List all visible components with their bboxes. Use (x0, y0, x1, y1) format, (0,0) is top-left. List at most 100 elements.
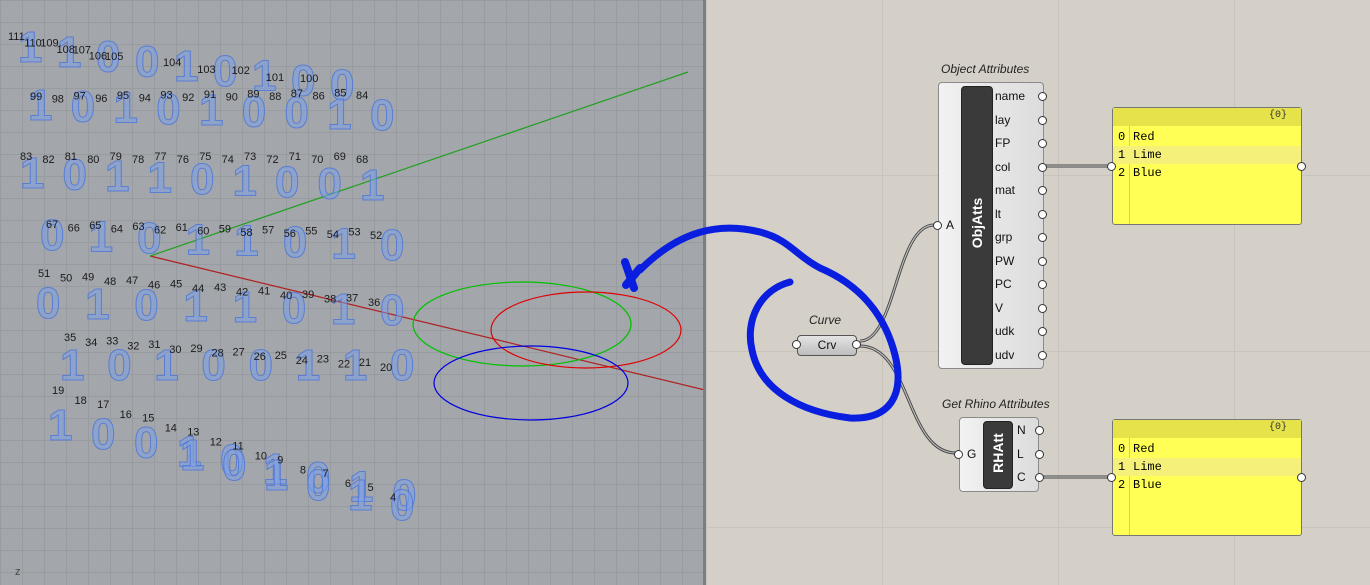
tag-number-label: 4 (390, 492, 396, 504)
output-grip-name[interactable] (1038, 92, 1047, 101)
panel-bottom[interactable]: {0} 0 Red 1 Lime 2 Blue (1112, 419, 1302, 536)
objatts-input-a[interactable]: A (946, 218, 954, 232)
panel-bottom-input-grip[interactable] (1107, 473, 1116, 482)
tag-number-label: 23 (317, 354, 329, 366)
output-grip-v[interactable] (1038, 303, 1047, 313)
output-col[interactable]: col (995, 160, 1010, 174)
tag-number-label: 75 (199, 151, 211, 163)
output-grip-col[interactable] (1038, 162, 1047, 172)
panel-bottom-header: {0} (1113, 420, 1301, 438)
tag-number-label: 51 (38, 268, 50, 280)
output-grip-lay[interactable] (1038, 115, 1047, 125)
objatts-core[interactable]: ObjAtts (961, 86, 993, 365)
panel-row-value: Lime (1133, 460, 1162, 474)
curve-param-input-grip[interactable] (792, 340, 801, 349)
tag-number-label: 82 (42, 154, 54, 166)
tag-number-label: 22 (338, 358, 350, 370)
rhino-viewport[interactable]: 1100101001010100101011010010101101001011… (0, 0, 705, 585)
binary-digit-surface: 0 (283, 218, 307, 267)
output-grip-fp[interactable] (1038, 139, 1047, 148)
output-grip-pw[interactable] (1038, 256, 1047, 266)
output-grip-pc[interactable] (1038, 280, 1047, 289)
tag-number-label: 6 (345, 478, 351, 490)
panel-top[interactable]: {0} 0 Red 1 Lime 2 Blue (1112, 107, 1302, 225)
objatts-input-grip[interactable] (933, 221, 942, 230)
output-pc[interactable]: PC (995, 277, 1012, 291)
output-grip-mat[interactable] (1038, 186, 1047, 195)
objatts-title: Object Attributes (941, 62, 1030, 76)
tag-number-label: 98 (52, 94, 64, 106)
tag-number-label: 30 (169, 344, 181, 356)
tag-number-label: 64 (111, 224, 123, 236)
binary-digit-surface: 0 (318, 160, 342, 209)
output-c[interactable]: C (1017, 470, 1026, 484)
panel-bottom-path: {0} (1268, 422, 1287, 433)
tag-number-label: 76 (177, 154, 189, 166)
output-mat[interactable]: mat (995, 183, 1015, 197)
binary-digit-surface: 1 (28, 81, 52, 130)
output-udk[interactable]: udk (995, 324, 1014, 338)
tag-number-label: 24 (296, 355, 308, 367)
output-grip-udk[interactable] (1038, 327, 1047, 336)
output-grip-c[interactable] (1035, 473, 1044, 482)
output-v[interactable]: V (995, 301, 1003, 315)
panel-top-input-grip[interactable] (1107, 162, 1116, 171)
tag-number-label: 53 (348, 227, 360, 239)
tag-number-label: 26 (254, 351, 266, 363)
rhatt-component[interactable]: RHAtt G NLC (959, 417, 1039, 492)
tag-number-label: 16 (120, 409, 132, 421)
output-l[interactable]: L (1017, 447, 1024, 461)
output-grp[interactable]: grp (995, 230, 1012, 244)
tag-number-label: 38 (324, 294, 336, 306)
binary-digit-surface: 1 (234, 217, 258, 266)
rhatt-input-grip[interactable] (954, 450, 963, 459)
objatts-component[interactable]: ObjAtts A name lay FP col mat lt grp PW PC Vudk ud… (938, 82, 1044, 369)
tag-number-label: 18 (75, 395, 87, 407)
tag-number-label: 66 (68, 223, 80, 235)
output-pw[interactable]: PW (995, 254, 1014, 268)
panel-row-value: Lime (1133, 148, 1162, 162)
curve-param[interactable]: Crv (797, 335, 857, 356)
red-circle-curve[interactable] (490, 291, 682, 369)
green-circle-curve[interactable] (412, 281, 632, 367)
tag-number-label: 101 (266, 72, 284, 84)
tag-number-label: 21 (359, 357, 371, 369)
output-lay[interactable]: lay (995, 113, 1010, 127)
rhatt-input-g[interactable]: G (967, 447, 976, 461)
output-name[interactable]: name (995, 89, 1025, 103)
tag-number-label: 55 (305, 225, 317, 237)
rhatt-core[interactable]: RHAtt (983, 421, 1013, 489)
tag-number-label: 73 (244, 151, 256, 163)
panel-bottom-output-grip[interactable] (1297, 473, 1306, 482)
output-grip-udv[interactable] (1038, 350, 1047, 360)
tag-number-label: 89 (247, 88, 259, 100)
tag-number-label: 61 (176, 222, 188, 234)
curve-param-output-grip[interactable] (852, 340, 861, 349)
output-n[interactable]: N (1017, 423, 1026, 437)
grasshopper-canvas[interactable]: Object Attributes ObjAtts A name lay FP col… (706, 0, 1370, 585)
output-fp[interactable]: FP (995, 136, 1010, 150)
binary-digit-surface: 0 (249, 341, 273, 390)
tag-number-label: 103 (197, 64, 215, 76)
tag-number-label: 70 (311, 154, 323, 166)
tag-number-label: 74 (222, 154, 234, 166)
blue-circle-curve[interactable] (433, 345, 629, 421)
output-lt[interactable]: lt (995, 207, 1001, 221)
output-udv[interactable]: udv (995, 348, 1014, 362)
panel-row: 2 Blue (1113, 164, 1301, 182)
tag-number-label: 10 (255, 450, 267, 462)
tag-number-label: 68 (356, 154, 368, 166)
tag-number-label: 78 (132, 154, 144, 166)
tag-number-label: 48 (104, 276, 116, 288)
panel-row-value: Red (1133, 130, 1155, 144)
output-grip-lt[interactable] (1038, 209, 1047, 219)
tag-number-label: 36 (368, 297, 380, 309)
tag-number-label: 84 (356, 90, 368, 102)
tag-number-label: 87 (291, 88, 303, 100)
output-grip-l[interactable] (1035, 449, 1044, 459)
panel-row: 1 Lime (1113, 458, 1301, 476)
output-grip-n[interactable] (1035, 426, 1044, 435)
output-grip-grp[interactable] (1038, 233, 1047, 242)
panel-top-output-grip[interactable] (1297, 162, 1306, 171)
tag-number-label: 69 (334, 151, 346, 163)
